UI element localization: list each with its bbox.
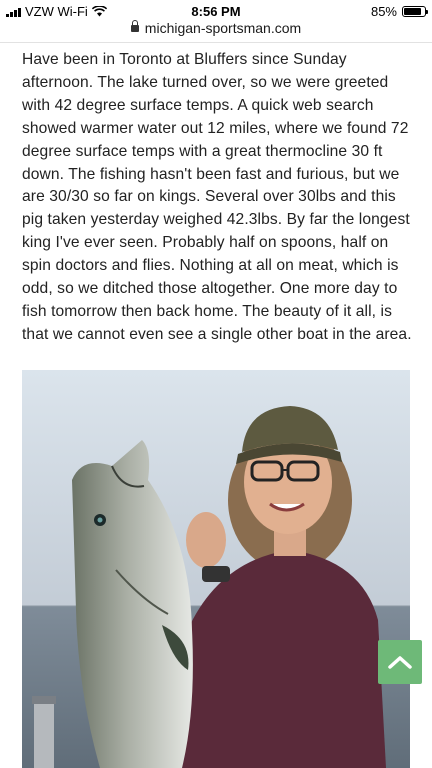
scroll-to-top-button[interactable] [378, 640, 422, 684]
url-text: michigan-sportsman.com [144, 20, 302, 36]
battery-icon [402, 6, 428, 17]
battery-fill [404, 8, 421, 15]
fish-photo-illustration [22, 370, 410, 768]
address-bar[interactable]: michigan-sportsman.com [0, 20, 432, 42]
clock: 8:56 PM [191, 4, 241, 19]
fish-photo[interactable] [22, 370, 410, 768]
header-divider [0, 42, 432, 43]
lock-icon [130, 20, 139, 32]
battery-percent: 85% [370, 4, 397, 19]
chevron-up-icon [388, 656, 412, 669]
status-bar: VZW Wi-Fi 8:56 PM 85% [0, 0, 432, 22]
battery-group: 85% [370, 4, 428, 19]
post-body: Have been in Toronto at Bluffers since S… [22, 51, 412, 343]
